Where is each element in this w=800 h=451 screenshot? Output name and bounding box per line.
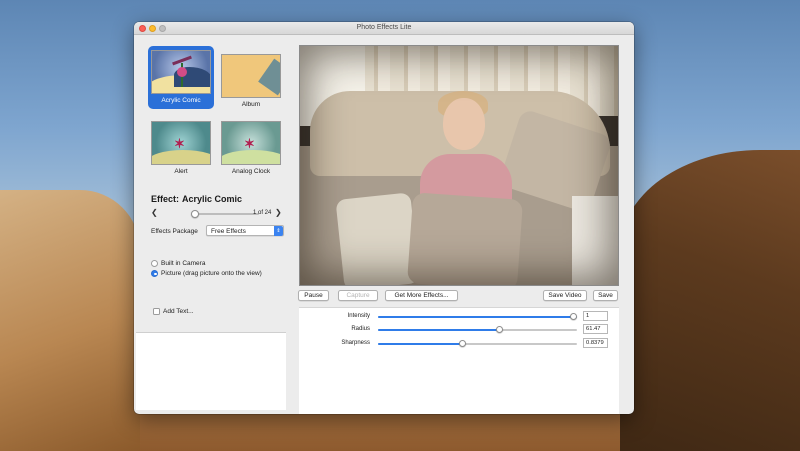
text-entry-area[interactable] xyxy=(136,332,286,410)
sharpness-value-field[interactable]: 0.8379 xyxy=(583,338,608,348)
param-label: Radius xyxy=(351,326,370,332)
effect-thumb-alert[interactable]: ✶ Alert xyxy=(148,121,214,176)
effect-title-prefix: Effect: xyxy=(151,194,180,204)
radius-slider[interactable] xyxy=(378,326,577,333)
intensity-slider[interactable] xyxy=(378,313,577,320)
effect-slider-knob[interactable] xyxy=(191,210,199,218)
chevron-right-icon[interactable]: ❯ xyxy=(275,208,282,217)
pause-button[interactable]: Pause xyxy=(298,290,329,301)
effect-parameters-panel: Intensity 1 Radius 61.47 Sharpness 0.837… xyxy=(299,307,619,414)
chevron-left-icon[interactable]: ❮ xyxy=(151,208,158,217)
sharpness-slider[interactable] xyxy=(378,340,577,347)
acrylic-comic-preview xyxy=(151,50,211,94)
source-option-label: Built in Camera xyxy=(161,259,206,267)
effect-thumb-label: Album xyxy=(241,101,261,108)
photo-preview[interactable] xyxy=(299,45,619,286)
radius-value-field[interactable]: 61.47 xyxy=(583,324,608,334)
chevron-updown-icon: ⇕ xyxy=(274,226,283,236)
app-window: Photo Effects Lite Acrylic Comic Album ✶… xyxy=(134,22,634,414)
get-more-effects-button[interactable]: Get More Effects... xyxy=(385,290,458,301)
add-text-label: Add Text... xyxy=(163,308,194,315)
effect-navigator: ❮ 1 of 24 ❯ xyxy=(151,208,283,219)
source-option-label: Picture (drag picture onto the view) xyxy=(161,269,262,277)
param-label: Intensity xyxy=(347,313,370,319)
alert-preview: ✶ xyxy=(151,121,211,165)
param-sharpness: Sharpness 0.8379 xyxy=(299,338,619,349)
effects-package-value: Free Effects xyxy=(211,227,246,235)
effect-title: Effect: Acrylic Comic xyxy=(151,194,242,204)
desktop-dune-left xyxy=(0,190,140,451)
album-preview xyxy=(221,54,281,98)
slider-knob[interactable] xyxy=(495,326,503,333)
add-text-checkbox[interactable] xyxy=(153,308,160,315)
effect-thumb-label: Acrylic Comic xyxy=(161,97,201,104)
param-radius: Radius 61.47 xyxy=(299,324,619,335)
param-intensity: Intensity 1 xyxy=(299,311,619,322)
desktop-dune-right xyxy=(620,150,800,451)
analog-clock-preview: ✶ xyxy=(221,121,281,165)
effect-count: 1 of 24 xyxy=(253,210,272,216)
slider-fill xyxy=(378,343,462,345)
effects-package-select[interactable]: Free Effects ⇕ xyxy=(206,225,284,236)
effect-thumb-analog-clock[interactable]: ✶ Analog Clock xyxy=(218,121,284,176)
source-option-camera[interactable]: Built in Camera xyxy=(151,258,205,268)
param-label: Sharpness xyxy=(341,340,370,346)
add-text-option[interactable]: Add Text... xyxy=(153,308,194,315)
title-bar[interactable]: Photo Effects Lite xyxy=(134,22,634,35)
effect-thumb-label: Alert xyxy=(174,168,188,175)
save-video-button[interactable]: Save Video xyxy=(543,290,587,301)
slider-knob[interactable] xyxy=(458,340,466,347)
slider-fill xyxy=(378,316,577,318)
source-option-picture[interactable]: Picture (drag picture onto the view) xyxy=(151,268,262,278)
radio-picture[interactable] xyxy=(151,269,158,277)
slider-fill xyxy=(378,329,499,331)
slider-knob[interactable] xyxy=(570,313,577,320)
effect-thumb-album[interactable]: Album xyxy=(218,54,284,109)
effect-title-name: Acrylic Comic xyxy=(182,194,243,204)
effects-package-label: Effects Package xyxy=(151,228,198,235)
effects-sidebar: Acrylic Comic Album ✶ Alert ✶ Analog Clo… xyxy=(134,35,292,414)
intensity-value-field[interactable]: 1 xyxy=(583,311,608,321)
capture-button[interactable]: Capture xyxy=(338,290,378,301)
effect-thumb-label: Analog Clock xyxy=(231,168,271,175)
radio-camera[interactable] xyxy=(151,259,158,267)
save-button[interactable]: Save xyxy=(593,290,618,301)
window-title: Photo Effects Lite xyxy=(356,24,412,31)
effect-thumb-acrylic-comic[interactable]: Acrylic Comic xyxy=(148,46,214,109)
effect-slider[interactable] xyxy=(191,210,259,218)
